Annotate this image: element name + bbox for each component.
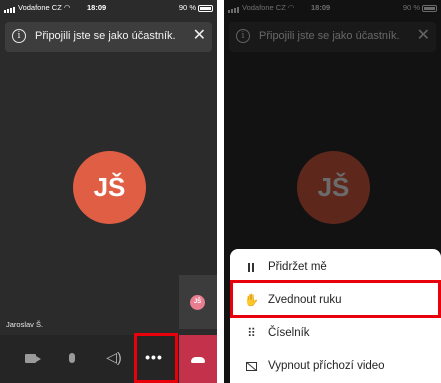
wifi-icon: ◠ — [63, 3, 71, 12]
status-bar: Vodafone CZ ◠ 18:09 90 % — [0, 0, 217, 17]
speaker-icon: ◁) — [106, 349, 122, 365]
self-avatar: JŠ — [190, 295, 205, 310]
carrier-name: Vodafone CZ — [18, 3, 62, 12]
battery-percent: 90 % — [178, 3, 196, 12]
menu-item-label: Vypnout příchozí video — [268, 360, 385, 372]
mic-toggle-button[interactable] — [58, 343, 86, 371]
self-video-tile[interactable]: JŠ — [179, 275, 217, 329]
menu-item-dialpad[interactable]: ⠿ Číselník — [230, 317, 441, 351]
battery-icon — [198, 4, 213, 12]
participant-name: Jaroslav Š. — [6, 320, 44, 329]
hang-up-button[interactable] — [179, 335, 217, 383]
video-off-icon — [244, 359, 258, 373]
clock: 18:09 — [87, 3, 107, 12]
mic-off-icon — [69, 353, 75, 364]
dialpad-icon: ⠿ — [247, 326, 256, 340]
close-icon[interactable]: ✕ — [193, 27, 206, 45]
highlight-raise-hand — [230, 280, 441, 318]
menu-item-video-off[interactable]: Vypnout příchozí video — [230, 350, 441, 383]
camera-off-icon — [24, 353, 41, 363]
call-screen-left: Vodafone CZ ◠ 18:09 90 % i Připojili jst… — [0, 0, 217, 383]
camera-toggle-button[interactable] — [16, 343, 44, 371]
phone-hangup-icon — [191, 357, 205, 364]
banner-message: Připojili jste se jako účastník. — [35, 30, 176, 42]
menu-item-label: Přidržet mě — [268, 261, 327, 273]
joined-banner: i Připojili jste se jako účastník. ✕ — [5, 22, 212, 52]
pause-icon — [244, 260, 258, 274]
menu-item-label: Číselník — [268, 327, 310, 339]
participant-avatar: JŠ — [73, 151, 146, 224]
signal-icon — [4, 4, 16, 13]
speaker-button[interactable]: ◁) — [100, 343, 128, 371]
call-controls: ◁) ••• — [0, 335, 217, 383]
highlight-more-button — [134, 333, 178, 383]
info-icon: i — [12, 29, 26, 43]
